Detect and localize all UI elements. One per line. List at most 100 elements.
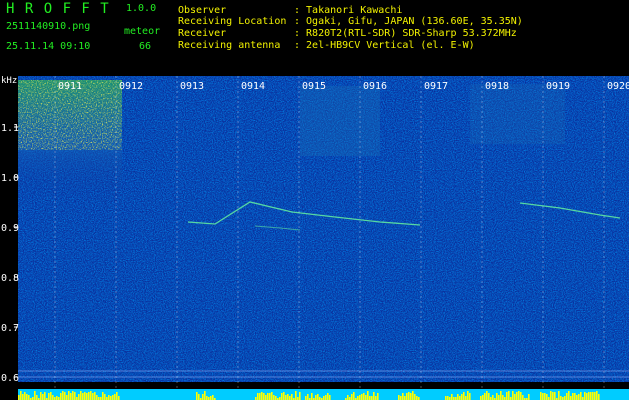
baseline-spike [36,395,38,400]
baseline-spike [18,395,20,400]
baseline-spike [404,396,406,400]
baseline-spike [406,393,408,400]
baseline-spike [285,395,287,400]
frequency-tick-label: 0.7 [1,323,19,334]
timestamp: 25.11.14 09:10 [6,41,91,52]
baseline-spike [574,393,576,400]
baseline-spike [82,393,84,400]
baseline-spike [204,391,206,400]
baseline-spike [273,395,275,400]
baseline-spike [28,395,30,400]
baseline-spike [275,396,277,400]
baseline-spike [512,391,514,400]
baseline-spike [62,391,64,400]
baseline-spike [265,395,267,400]
baseline-spike [68,391,70,400]
baseline-spike [469,393,471,400]
baseline-spike [572,393,574,400]
baseline-spike [325,395,327,400]
baseline-spike [257,393,259,400]
info-value-receiver: : R820T2(RTL-SDR) SDR-Sharp 53.372MHz [294,28,517,39]
baseline-spike [492,395,494,400]
time-tick-label: 0920 [607,81,629,92]
frequency-tick-label: 0.8 [1,273,19,284]
baseline-spike [311,393,313,400]
baseline-spike [584,392,586,400]
noise-patch-b [470,84,565,144]
baseline-spike [206,396,208,400]
baseline-spike [451,394,453,400]
baseline-spike [357,396,359,400]
baseline-spike [44,392,46,400]
info-value-location: : Ogaki, Gifu, JAPAN (136.60E, 35.35N) [294,16,523,27]
baseline-spike [259,393,261,400]
baseline-spike [263,393,265,400]
baseline-spike [546,394,548,400]
baseline-spike [552,392,554,400]
baseline-spike [116,392,118,400]
spectrogram: 0911 0912 0913 0914 0915 0916 0917 0918 0919 0920… [1,76,629,400]
baseline-spike [522,395,524,400]
baseline-spike [42,394,44,400]
baseline-spike [212,395,214,400]
baseline-spike [307,394,309,400]
app-title: H R O F F T [6,1,110,17]
baseline-spike [375,396,377,400]
baseline-spike [540,392,542,400]
noise-patch-a [300,86,380,156]
time-tick-label: 0912 [119,81,143,92]
baseline-spike [412,391,414,400]
baseline-spike [317,394,319,400]
baseline-spike [461,394,463,400]
meteor-label: meteor [124,26,161,37]
baseline-spike [283,392,285,400]
baseline-spike [289,396,291,400]
baseline-spike [486,391,488,400]
time-tick-label: 0919 [546,81,570,92]
baseline-spike [329,395,331,400]
baseline-spike [202,394,204,400]
baseline-spike [26,394,28,400]
baseline-spike [520,392,522,400]
baseline-spike [564,396,566,400]
baseline-spike [580,392,582,400]
baseline-spike [496,393,498,400]
baseline-spike [351,394,353,400]
baseline-spike [287,394,289,400]
file-name: 2511140910.png [6,21,91,32]
baseline-spike [104,394,106,400]
baseline-spike [94,392,96,400]
baseline-spike [78,394,80,400]
baseline-spike [594,392,596,400]
baseline-spike [369,396,371,400]
baseline-spike [500,391,502,400]
baseline-spike [516,392,518,400]
baseline-spike [359,395,361,400]
baseline-spike [518,391,520,400]
baseline-spike [315,395,317,400]
frequency-tick-label: 1.1 [1,123,19,134]
frequency-tick-label: 0.6 [1,373,19,384]
baseline-spike [598,394,600,400]
info-label-location: Receiving Location [178,16,287,27]
time-tick-label: 0911 [58,81,82,92]
baseline-spike [80,391,82,400]
baseline-spike [323,396,325,400]
time-tick-label: 0915 [302,81,326,92]
time-tick-label: 0916 [363,81,387,92]
baseline-spike [327,393,329,400]
baseline-spike [578,394,580,400]
baseline-spike [502,395,504,400]
baseline-spike [588,392,590,400]
time-tick-label: 0914 [241,81,265,92]
baseline-spike [408,392,410,400]
baseline-spike [400,396,402,400]
info-value-observer: : Takanori Kawachi [294,5,403,16]
frequency-axis: 1.1 1.0 0.9 0.8 0.7 0.6 [1,123,19,384]
baseline-spike [50,392,52,400]
baseline-spike [488,393,490,400]
baseline-spike [398,395,400,400]
meteor-count: 66 [139,41,152,52]
time-tick-label: 0918 [485,81,509,92]
baseline-spike [291,394,293,400]
